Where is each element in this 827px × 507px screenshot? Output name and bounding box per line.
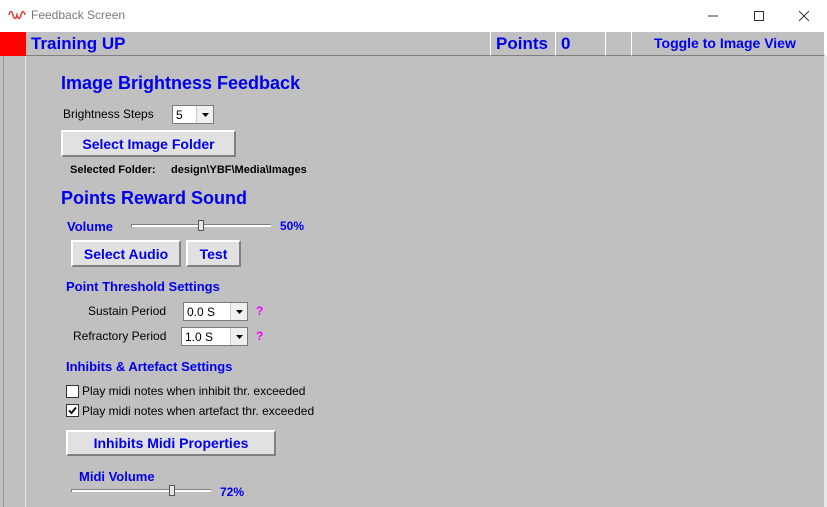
sustain-help-icon[interactable]: ?	[256, 304, 263, 318]
chevron-down-icon	[196, 106, 213, 123]
artefact-midi-label: Play midi notes when artefact thr. excee…	[82, 404, 315, 418]
inhibit-midi-checkbox[interactable]	[66, 385, 79, 398]
reward-sound-heading: Points Reward Sound	[61, 188, 248, 208]
image-brightness-heading: Image Brightness Feedback	[61, 73, 301, 93]
midi-volume-percent: 72%	[220, 485, 245, 499]
chevron-down-icon	[230, 328, 247, 345]
refractory-help-icon[interactable]: ?	[256, 329, 263, 343]
volume-percent: 50%	[280, 219, 305, 233]
points-label: Points	[496, 34, 548, 53]
select-audio-button[interactable]: Select Audio	[71, 240, 181, 267]
left-strip	[0, 56, 26, 507]
mode-panel: Training UP	[26, 32, 491, 56]
midi-volume-slider-thumb[interactable]	[168, 485, 175, 496]
brightness-steps-select[interactable]: 5	[172, 105, 214, 124]
refractory-period-select[interactable]: 1.0 S	[181, 327, 248, 346]
sustain-period-label: Sustain Period	[88, 304, 167, 318]
midi-volume-label: Midi Volume	[79, 469, 155, 484]
refractory-period-value: 1.0 S	[185, 330, 214, 344]
toggle-view-label: Toggle to Image View	[654, 35, 796, 51]
brightness-steps-value: 5	[176, 108, 183, 122]
midi-volume-slider-track[interactable]	[71, 489, 211, 492]
volume-label: Volume	[67, 219, 113, 234]
points-value-panel: 0	[556, 32, 606, 56]
selected-folder-path: design\YBF\Media\Images	[171, 164, 307, 176]
threshold-heading: Point Threshold Settings	[66, 279, 220, 294]
maximize-button[interactable]	[736, 0, 782, 32]
minimize-icon	[708, 15, 718, 17]
status-indicator	[0, 32, 26, 56]
close-button[interactable]	[781, 0, 827, 32]
inhibit-midi-label: Play midi notes when inhibit thr. exceed…	[82, 384, 306, 398]
header-spacer	[606, 32, 632, 56]
points-label-panel: Points	[491, 32, 556, 56]
artefact-midi-checkbox[interactable]	[66, 404, 79, 417]
sustain-period-select[interactable]: 0.0 S	[183, 302, 248, 321]
brightness-steps-label: Brightness Steps	[63, 107, 154, 121]
window-titlebar: Feedback Screen	[0, 0, 827, 32]
points-value: 0	[561, 34, 571, 53]
sustain-period-value: 0.0 S	[187, 305, 216, 319]
waveform-app-icon	[8, 10, 26, 20]
chevron-down-icon	[230, 303, 247, 320]
mode-label: Training UP	[31, 34, 126, 53]
toggle-view-button[interactable]: Toggle to Image View	[632, 32, 825, 56]
checkmark-icon	[68, 406, 77, 415]
maximize-icon	[754, 11, 764, 21]
minimize-button[interactable]	[690, 0, 736, 32]
close-icon	[799, 11, 809, 21]
refractory-period-label: Refractory Period	[73, 329, 167, 343]
test-audio-button[interactable]: Test	[186, 240, 241, 267]
selected-folder-label: Selected Folder:	[70, 164, 156, 176]
inhibits-midi-properties-button[interactable]: Inhibits Midi Properties	[66, 430, 276, 456]
window-title: Feedback Screen	[31, 8, 126, 22]
volume-slider-thumb[interactable]	[198, 220, 204, 231]
select-image-folder-button[interactable]: Select Image Folder	[61, 130, 236, 157]
inhibits-heading: Inhibits & Artefact Settings	[66, 359, 233, 374]
